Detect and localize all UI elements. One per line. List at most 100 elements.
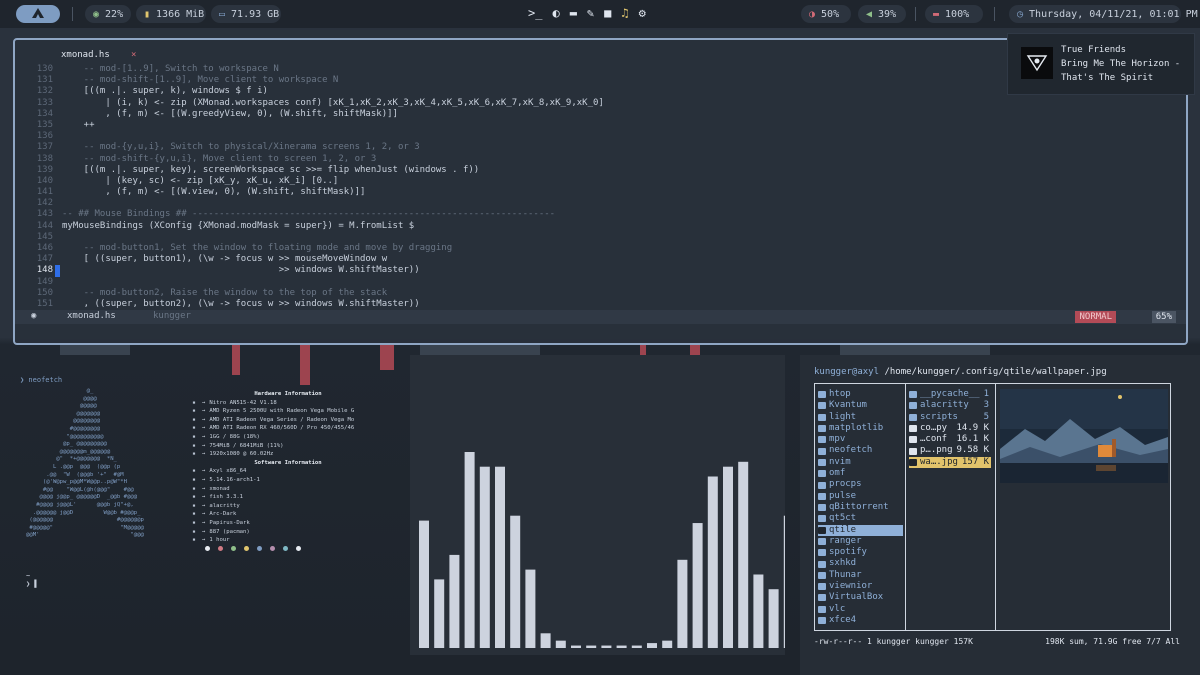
code-line[interactable]: 149: [15, 277, 1186, 288]
line-text: -- mod-shift-{y,u,i}, Move client to scr…: [62, 153, 377, 164]
directory-item[interactable]: __pycache__ 1: [909, 389, 991, 400]
volume-widget[interactable]: ◀ 39%: [858, 5, 906, 23]
directory-name: viewnior: [829, 581, 873, 592]
video-icon[interactable]: ■: [604, 6, 611, 20]
directory-item[interactable]: qt5ct: [818, 513, 903, 524]
directory-item[interactable]: Kvantum: [818, 400, 903, 411]
directory-item[interactable]: viewnior: [818, 581, 903, 592]
gutter: [55, 254, 60, 265]
directory-item[interactable]: nvim: [818, 457, 903, 468]
line-text: -- mod-button1, Set the window to floati…: [62, 243, 453, 253]
ranger-file-manager[interactable]: kungger@axyl /home/kungger/.config/qtile…: [800, 355, 1200, 675]
monitor-icon: ▪: [192, 451, 196, 458]
launcher-button[interactable]: [16, 5, 60, 23]
code-line[interactable]: 134 , (f, m) <- [(W.greedyView, 0), (W.s…: [15, 109, 1186, 120]
folder-icon: [818, 481, 826, 489]
directory-item[interactable]: neofetch: [818, 445, 903, 456]
line-text: >> windows W.shiftMaster)): [62, 265, 420, 276]
firefox-icon[interactable]: ◐: [552, 6, 559, 20]
file-name: p….png: [920, 445, 953, 456]
directory-item[interactable]: alacritty 3: [909, 400, 991, 411]
terminal-icon[interactable]: >_: [528, 6, 542, 20]
directory-item[interactable]: Thunar: [818, 570, 903, 581]
shell-prompt[interactable]: ~ ❯ ▌: [26, 572, 39, 588]
file-item[interactable]: wa….jpg 157 K: [909, 456, 991, 469]
gear-icon[interactable]: ⚙: [639, 6, 646, 20]
visualizer-bar: [555, 640, 566, 648]
ranger-current-path: /home/kungger/.config/qtile/wallpaper.jp…: [884, 367, 1107, 377]
info-row: ▪ → 5.14.16-arch1-1: [190, 476, 386, 485]
music-notification[interactable]: True Friends Bring Me The Horizon - That…: [1007, 33, 1195, 95]
directory-item[interactable]: pulse: [818, 491, 903, 502]
directory-item[interactable]: vlc: [818, 604, 903, 615]
directory-item[interactable]: matplotlib: [818, 423, 903, 434]
code-line[interactable]: 141 , (f, m) <- [(W.view, 0), (W.shift, …: [15, 187, 1186, 198]
info-row: ▪ → Arc-Dark: [190, 510, 386, 519]
cpu-widget[interactable]: ◉ 22%: [85, 5, 131, 23]
line-number: 142: [36, 198, 53, 209]
code-line[interactable]: 144 myMouseBindings (XConfig {XMonad.modM…: [15, 221, 1186, 232]
directory-item[interactable]: qBittorrent: [818, 502, 903, 513]
directory-name: neofetch: [829, 445, 873, 456]
file-name: alacritty: [920, 400, 969, 411]
code-line[interactable]: 145: [15, 232, 1186, 243]
directory-item[interactable]: scripts 5: [909, 412, 991, 423]
code-line[interactable]: 151 , ((super, button2), (\w -> focus w …: [15, 299, 1186, 310]
palette-dot: [205, 546, 210, 551]
code-line[interactable]: 147 [ ((super, button1), (\w -> focus w …: [15, 254, 1186, 265]
file-item[interactable]: …conf 16.1 K: [909, 434, 991, 445]
disk-widget[interactable]: ▭ 71.93 GB: [211, 5, 281, 23]
info-value: 1 hour: [209, 537, 230, 544]
battery-widget[interactable]: ▬ 100%: [925, 5, 983, 23]
directory-item[interactable]: qtile: [818, 524, 903, 536]
code-line[interactable]: 139 [((m .|. super, key), screenWorkspac…: [15, 165, 1186, 176]
folder-icon: [818, 458, 826, 466]
line-number: 150: [36, 287, 53, 298]
directory-name: pulse: [829, 490, 857, 501]
line-text: -- mod-[1..9], Switch to workspace N: [62, 64, 279, 74]
clock-widget[interactable]: ◷ Thursday, 04/11/21, 01:01 PM: [1009, 5, 1198, 23]
line-text: | (i, k) <- zip (XMonad.workspaces conf)…: [62, 97, 604, 108]
visualizer-bar: [647, 643, 657, 648]
code-line[interactable]: 137 -- mod-{y,u,i}, Switch to physical/X…: [15, 142, 1186, 153]
directory-item[interactable]: xfce4: [818, 615, 903, 626]
code-line[interactable]: 133 | (i, k) <- zip (XMonad.workspaces c…: [15, 98, 1186, 109]
tab-xmonad[interactable]: xmonad.hs: [61, 50, 110, 60]
code-line[interactable]: 148 >> windows W.shiftMaster)): [15, 265, 1186, 277]
code-line[interactable]: 140 | (key, sc) <- zip [xK_y, xK_u, xK_i…: [15, 176, 1186, 187]
neofetch-terminal[interactable]: ❯ neofetch @_ @@@@ @@@@@ @@@@@@@ @@@@@@@…: [20, 376, 390, 606]
directory-item[interactable]: procps: [818, 479, 903, 490]
edit-icon[interactable]: ✎: [587, 6, 594, 20]
code-area[interactable]: 130 -- mod-[1..9], Switch to workspace N…: [15, 64, 1186, 310]
file-item[interactable]: p….png 9.58 K: [909, 445, 991, 456]
code-line[interactable]: 143 -- ## Mouse Bindings ## -------------…: [15, 209, 1186, 220]
code-line[interactable]: 136: [15, 131, 1186, 142]
memory-widget[interactable]: ▮ 1366 MiB: [136, 5, 206, 23]
folder-icon: [818, 425, 826, 433]
directory-item[interactable]: spotify: [818, 547, 903, 558]
info-value: Papirus-Dark: [209, 519, 250, 526]
directory-item[interactable]: light: [818, 412, 903, 423]
music-icon[interactable]: ♫: [621, 6, 628, 20]
brightness-widget[interactable]: ◑ 50%: [801, 5, 851, 23]
file-item[interactable]: co…py 14.9 K: [909, 423, 991, 434]
disk-value: 71.93 GB: [231, 8, 280, 20]
tab-close-icon[interactable]: ×: [131, 50, 136, 60]
folder-icon[interactable]: ▬: [570, 6, 577, 20]
code-line[interactable]: 142: [15, 198, 1186, 209]
directory-name: procps: [829, 479, 862, 490]
code-line[interactable]: 135 ++: [15, 120, 1186, 131]
gutter: [55, 176, 60, 187]
directory-item[interactable]: mpv: [818, 434, 903, 445]
code-line[interactable]: 150 -- mod-button2, Raise the window to …: [15, 288, 1186, 299]
code-line[interactable]: 138 -- mod-shift-{y,u,i}, Move client to…: [15, 154, 1186, 165]
directory-item[interactable]: sxhkd: [818, 558, 903, 569]
directory-name: omf: [829, 468, 846, 479]
directory-item[interactable]: VirtualBox: [818, 592, 903, 603]
directory-item[interactable]: htop: [818, 389, 903, 400]
code-line[interactable]: 146 -- mod-button1, Set the window to fl…: [15, 243, 1186, 254]
directory-item[interactable]: omf: [818, 468, 903, 479]
gutter: [55, 187, 60, 198]
palette-dot: [283, 546, 288, 551]
directory-item[interactable]: ranger: [818, 536, 903, 547]
